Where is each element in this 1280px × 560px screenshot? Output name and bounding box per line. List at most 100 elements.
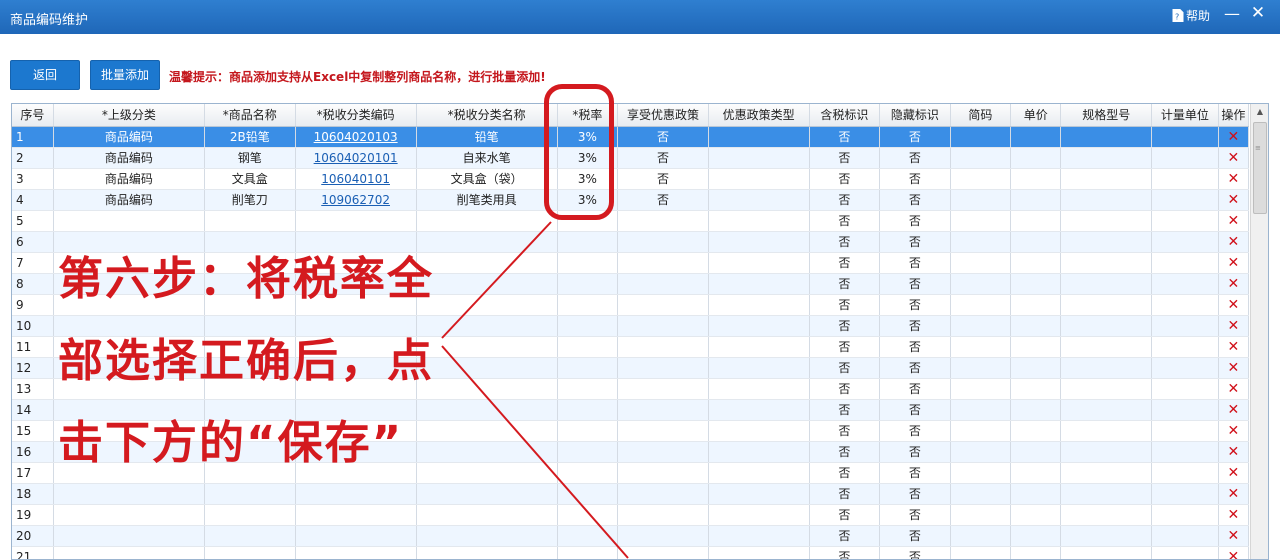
- spec-cell[interactable]: [1060, 273, 1153, 295]
- action-cell[interactable]: ✕: [1218, 399, 1250, 421]
- tax-name-cell[interactable]: [416, 462, 558, 484]
- tax-included-cell[interactable]: 否: [809, 399, 881, 421]
- preferential-type-cell[interactable]: [708, 357, 810, 379]
- hidden-flag-cell[interactable]: 否: [879, 147, 951, 169]
- preferential-cell[interactable]: [617, 336, 709, 358]
- tax-name-cell[interactable]: [416, 273, 558, 295]
- tax-name-cell[interactable]: [416, 546, 558, 559]
- product-name-cell[interactable]: [204, 231, 296, 253]
- column-header[interactable]: *税收分类名称: [416, 104, 558, 127]
- tax-rate-cell[interactable]: [557, 210, 619, 232]
- hidden-flag-cell[interactable]: 否: [879, 168, 951, 190]
- tax-code-link[interactable]: 109062702: [321, 193, 390, 207]
- action-cell[interactable]: ✕: [1218, 504, 1250, 526]
- product-name-cell[interactable]: [204, 546, 296, 559]
- parent-category-cell[interactable]: [53, 231, 205, 253]
- tax-name-cell[interactable]: [416, 315, 558, 337]
- short-code-cell[interactable]: [950, 525, 1012, 547]
- tax-name-cell[interactable]: [416, 378, 558, 400]
- tax-included-cell[interactable]: 否: [809, 441, 881, 463]
- parent-category-cell[interactable]: [53, 441, 205, 463]
- unit-cell[interactable]: [1151, 441, 1219, 463]
- delete-icon[interactable]: ✕: [1227, 402, 1239, 418]
- row-seq-cell[interactable]: 4: [12, 189, 54, 211]
- vertical-scrollbar[interactable]: ▲ ≡: [1250, 104, 1268, 559]
- product-name-cell[interactable]: [204, 210, 296, 232]
- spec-cell[interactable]: [1060, 483, 1153, 505]
- short-code-cell[interactable]: [950, 273, 1012, 295]
- tax-name-cell[interactable]: 文具盒（袋）: [416, 168, 558, 190]
- tax-name-cell[interactable]: [416, 504, 558, 526]
- product-name-cell[interactable]: 2B铅笔: [204, 126, 296, 148]
- hidden-flag-cell[interactable]: 否: [879, 420, 951, 442]
- parent-category-cell[interactable]: [53, 462, 205, 484]
- table-row[interactable]: 19 否否 ✕: [12, 504, 1250, 526]
- hidden-flag-cell[interactable]: 否: [879, 210, 951, 232]
- preferential-cell[interactable]: [617, 357, 709, 379]
- preferential-cell[interactable]: [617, 378, 709, 400]
- spec-cell[interactable]: [1060, 462, 1153, 484]
- tax-rate-cell[interactable]: [557, 462, 619, 484]
- table-row[interactable]: 17 否否 ✕: [12, 462, 1250, 484]
- action-cell[interactable]: ✕: [1218, 420, 1250, 442]
- hidden-flag-cell[interactable]: 否: [879, 504, 951, 526]
- delete-icon[interactable]: ✕: [1227, 339, 1239, 355]
- unit-cell[interactable]: [1151, 231, 1219, 253]
- table-row[interactable]: 11 否否 ✕: [12, 336, 1250, 358]
- tax-included-cell[interactable]: 否: [809, 504, 881, 526]
- row-seq-cell[interactable]: 15: [12, 420, 54, 442]
- tax-included-cell[interactable]: 否: [809, 210, 881, 232]
- row-seq-cell[interactable]: 14: [12, 399, 54, 421]
- short-code-cell[interactable]: [950, 483, 1012, 505]
- tax-code-cell[interactable]: [295, 483, 417, 505]
- preferential-type-cell[interactable]: [708, 252, 810, 274]
- preferential-type-cell[interactable]: [708, 273, 810, 295]
- spec-cell[interactable]: [1060, 525, 1153, 547]
- preferential-cell[interactable]: 否: [617, 126, 709, 148]
- table-row[interactable]: 7 否否 ✕: [12, 252, 1250, 274]
- unit-price-cell[interactable]: [1010, 252, 1062, 274]
- product-name-cell[interactable]: [204, 399, 296, 421]
- product-name-cell[interactable]: [204, 378, 296, 400]
- unit-price-cell[interactable]: [1010, 336, 1062, 358]
- tax-name-cell[interactable]: [416, 420, 558, 442]
- parent-category-cell[interactable]: [53, 504, 205, 526]
- hidden-flag-cell[interactable]: 否: [879, 273, 951, 295]
- column-header[interactable]: *税收分类编码: [295, 104, 417, 127]
- tax-name-cell[interactable]: [416, 483, 558, 505]
- tax-rate-cell[interactable]: [557, 273, 619, 295]
- tax-included-cell[interactable]: 否: [809, 126, 881, 148]
- short-code-cell[interactable]: [950, 315, 1012, 337]
- unit-price-cell[interactable]: [1010, 126, 1062, 148]
- delete-icon[interactable]: ✕: [1227, 360, 1239, 376]
- row-seq-cell[interactable]: 10: [12, 315, 54, 337]
- parent-category-cell[interactable]: [53, 252, 205, 274]
- parent-category-cell[interactable]: [53, 420, 205, 442]
- tax-included-cell[interactable]: 否: [809, 462, 881, 484]
- preferential-cell[interactable]: [617, 399, 709, 421]
- unit-price-cell[interactable]: [1010, 168, 1062, 190]
- column-header[interactable]: *税率: [557, 104, 619, 127]
- column-header[interactable]: 规格型号: [1060, 104, 1153, 127]
- spec-cell[interactable]: [1060, 420, 1153, 442]
- unit-price-cell[interactable]: [1010, 462, 1062, 484]
- unit-cell[interactable]: [1151, 378, 1219, 400]
- row-seq-cell[interactable]: 2: [12, 147, 54, 169]
- tax-rate-cell[interactable]: [557, 378, 619, 400]
- hidden-flag-cell[interactable]: 否: [879, 399, 951, 421]
- table-row[interactable]: 15 否否 ✕: [12, 420, 1250, 442]
- unit-price-cell[interactable]: [1010, 546, 1062, 559]
- parent-category-cell[interactable]: 商品编码: [53, 189, 205, 211]
- preferential-cell[interactable]: [617, 525, 709, 547]
- preferential-type-cell[interactable]: [708, 294, 810, 316]
- product-name-cell[interactable]: [204, 252, 296, 274]
- product-name-cell[interactable]: [204, 315, 296, 337]
- tax-rate-cell[interactable]: [557, 399, 619, 421]
- column-header[interactable]: 简码: [950, 104, 1012, 127]
- short-code-cell[interactable]: [950, 441, 1012, 463]
- hidden-flag-cell[interactable]: 否: [879, 231, 951, 253]
- action-cell[interactable]: ✕: [1218, 210, 1250, 232]
- delete-icon[interactable]: ✕: [1227, 318, 1239, 334]
- tax-name-cell[interactable]: 削笔类用具: [416, 189, 558, 211]
- delete-icon[interactable]: ✕: [1227, 234, 1239, 250]
